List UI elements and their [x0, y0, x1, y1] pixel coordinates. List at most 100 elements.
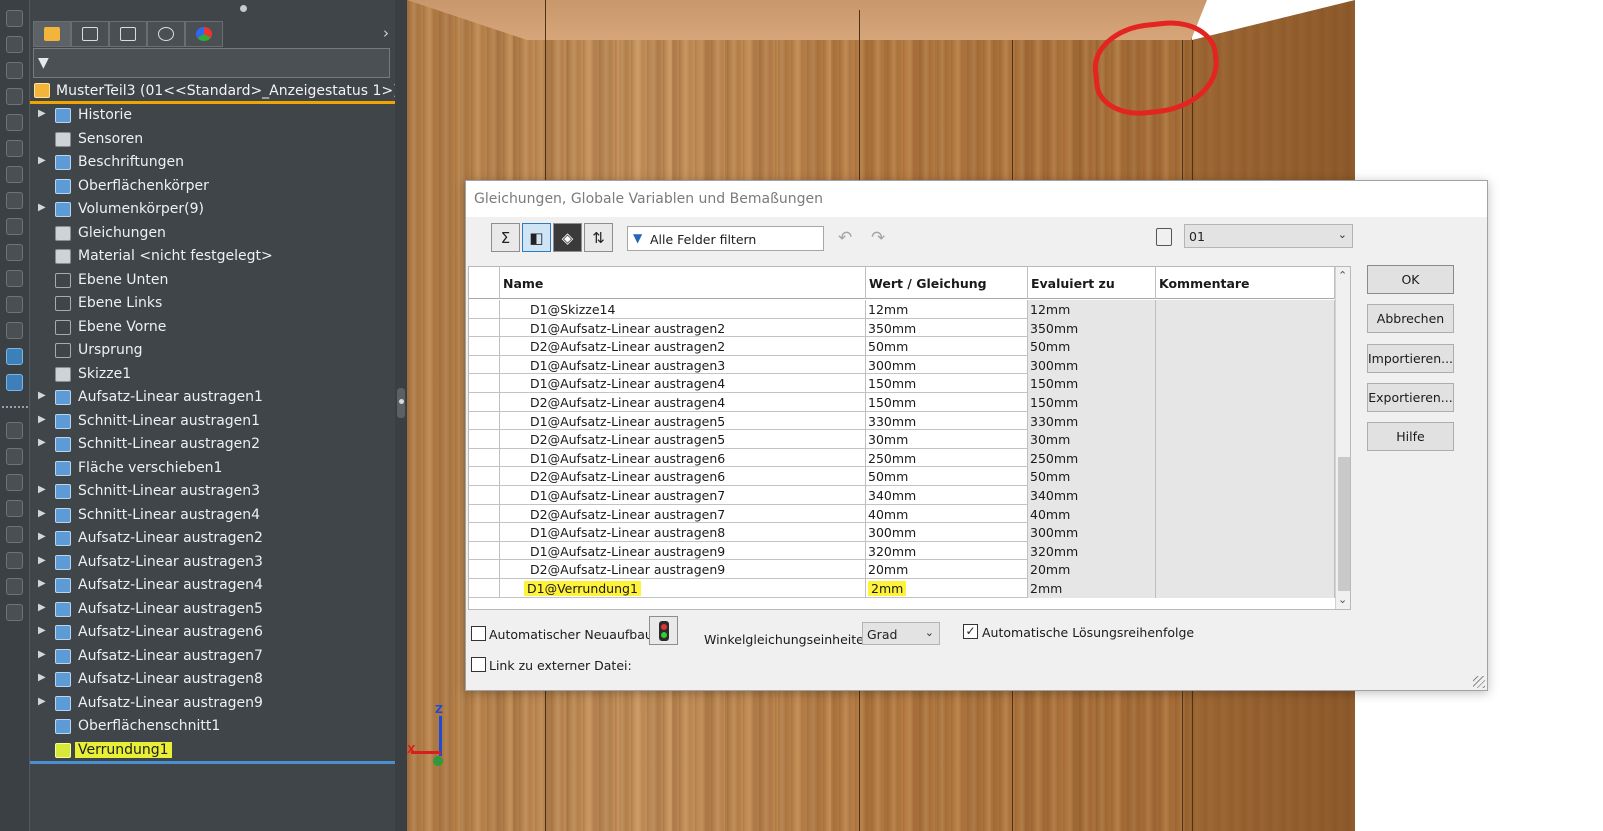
command-strip-icon[interactable] — [6, 166, 23, 183]
cell-comment[interactable] — [1156, 374, 1335, 393]
expand-chevron-icon[interactable]: ▶ — [38, 437, 46, 448]
tree-item[interactable]: ▶ Aufsatz-Linear austragen7 — [30, 645, 395, 669]
table-scrollbar[interactable]: ⌃ ⌄ — [1335, 267, 1350, 609]
cell-evaluated[interactable]: 50mm — [1028, 467, 1156, 486]
resize-grip-icon[interactable] — [1473, 676, 1485, 688]
cell-comment[interactable] — [1156, 504, 1335, 524]
column-header-value[interactable]: Wert / Gleichung — [866, 267, 1028, 299]
cell-comment[interactable] — [1156, 467, 1335, 486]
row-selector-cell[interactable] — [469, 504, 500, 524]
tree-item[interactable]: ▶ Volumenkörper(9) — [30, 198, 395, 222]
cell-name[interactable]: D1@Aufsatz-Linear austragen5 — [500, 411, 866, 431]
cell-name[interactable]: D1@Aufsatz-Linear austragen6 — [500, 448, 866, 468]
table-row[interactable]: D2@Aufsatz-Linear austragen9 20mm 20mm — [469, 560, 1335, 579]
tree-item[interactable]: Ebene Unten — [30, 269, 395, 293]
command-strip-icon[interactable] — [6, 244, 23, 261]
row-selector-cell[interactable] — [469, 541, 500, 561]
tree-item[interactable]: Ebene Vorne — [30, 316, 395, 340]
row-selector-cell[interactable] — [469, 467, 500, 486]
command-strip-icon[interactable] — [6, 218, 23, 235]
command-strip-icon[interactable] — [6, 192, 23, 209]
tree-item[interactable]: ▶ Schnitt-Linear austragen4 — [30, 504, 395, 528]
expand-chevron-icon[interactable]: ▶ — [38, 649, 46, 660]
tree-item[interactable]: ▶ Historie — [30, 104, 395, 128]
expand-chevron-icon[interactable]: ▶ — [38, 108, 46, 119]
cell-evaluated[interactable]: 50mm — [1028, 337, 1156, 356]
cell-name[interactable]: D1@Aufsatz-Linear austragen8 — [500, 523, 866, 542]
command-strip-icon[interactable] — [6, 500, 23, 517]
expand-chevron-icon[interactable]: ▶ — [38, 555, 46, 566]
expand-chevron-icon[interactable]: ▶ — [38, 202, 46, 213]
cell-comment[interactable] — [1156, 448, 1335, 468]
command-strip-icon[interactable] — [6, 374, 23, 391]
cell-evaluated[interactable]: 40mm — [1028, 504, 1156, 524]
tree-item[interactable]: Gleichungen — [30, 222, 395, 246]
row-selector-cell[interactable] — [469, 560, 500, 579]
sketch-equation-view-button[interactable]: ◧ — [522, 223, 551, 252]
command-strip-icon[interactable] — [6, 578, 23, 595]
cell-comment[interactable] — [1156, 579, 1335, 598]
command-strip-icon[interactable] — [6, 36, 23, 53]
expand-chevron-icon[interactable]: ▶ — [38, 484, 46, 495]
cell-value[interactable]: 300mm — [866, 523, 1028, 542]
command-strip-icon[interactable] — [6, 270, 23, 287]
table-row[interactable]: D1@Aufsatz-Linear austragen7 340mm 340mm — [469, 486, 1335, 505]
panel-grip-handle[interactable] — [240, 5, 247, 12]
cell-evaluated[interactable]: 2mm — [1028, 579, 1156, 598]
column-header-name[interactable]: Name — [500, 267, 866, 299]
chevron-down-icon[interactable]: ⌄ — [1338, 593, 1347, 606]
cell-name[interactable]: D1@Aufsatz-Linear austragen4 — [500, 374, 866, 393]
part-root-node[interactable]: MusterTeil3 (01<<Standard>_Anzeigestatus… — [30, 80, 399, 104]
command-strip-icon[interactable] — [6, 114, 23, 131]
cell-name[interactable]: D1@Skizze14 — [500, 300, 866, 319]
tree-item[interactable]: ▶ Aufsatz-Linear austragen8 — [30, 668, 395, 692]
tab-configuration-manager[interactable] — [109, 21, 147, 47]
cell-value[interactable]: 50mm — [866, 467, 1028, 486]
scrollbar-thumb[interactable] — [1338, 457, 1350, 591]
expand-chevron-icon[interactable]: ▶ — [38, 625, 46, 636]
table-row[interactable]: D1@Aufsatz-Linear austragen4 150mm 150mm — [469, 374, 1335, 393]
expand-chevron-icon[interactable]: ▶ — [38, 155, 46, 166]
command-strip-icon[interactable] — [6, 526, 23, 543]
command-strip-icon[interactable] — [6, 448, 23, 465]
configuration-select[interactable]: 01 ⌄ — [1184, 224, 1353, 248]
cell-name[interactable]: D2@Aufsatz-Linear austragen4 — [500, 393, 866, 412]
table-row[interactable]: D1@Aufsatz-Linear austragen5 330mm 330mm — [469, 411, 1335, 431]
row-selector-cell[interactable] — [469, 430, 500, 449]
ordered-view-button[interactable]: ⇅ — [584, 223, 613, 252]
rebuild-button[interactable] — [649, 616, 678, 645]
cell-evaluated[interactable]: 300mm — [1028, 523, 1156, 542]
cell-value[interactable]: 300mm — [866, 355, 1028, 375]
command-strip-icon[interactable] — [6, 10, 23, 27]
angle-units-select[interactable]: Grad ⌄ — [862, 622, 940, 645]
column-header-evaluated[interactable]: Evaluiert zu — [1028, 267, 1156, 299]
expand-chevron-icon[interactable]: ▶ — [38, 578, 46, 589]
tree-item[interactable]: Skizze1 — [30, 363, 395, 387]
cell-value[interactable]: 340mm — [866, 486, 1028, 505]
table-row[interactable]: D1@Aufsatz-Linear austragen6 250mm 250mm — [469, 448, 1335, 468]
row-selector-cell[interactable] — [469, 411, 500, 431]
row-selector-cell[interactable] — [469, 374, 500, 393]
tree-item[interactable]: Fläche verschieben1 — [30, 457, 395, 481]
cancel-button[interactable]: Abbrechen — [1367, 304, 1454, 333]
row-selector-cell[interactable] — [469, 393, 500, 412]
filter-all-fields-input[interactable]: ▼ Alle Felder filtern — [627, 226, 824, 251]
command-strip-icon[interactable] — [6, 88, 23, 105]
cell-comment[interactable] — [1156, 337, 1335, 356]
table-row[interactable]: D1@Aufsatz-Linear austragen8 300mm 300mm — [469, 523, 1335, 542]
cell-evaluated[interactable]: 150mm — [1028, 393, 1156, 412]
tree-item[interactable]: Verrundung1 — [30, 739, 395, 763]
expand-chevron-icon[interactable]: ▶ — [38, 390, 46, 401]
dimension-view-button[interactable]: ◈ — [553, 223, 582, 252]
row-selector-cell[interactable] — [469, 337, 500, 356]
table-row[interactable]: D2@Aufsatz-Linear austragen2 50mm 50mm — [469, 337, 1335, 356]
cell-value[interactable]: 330mm — [866, 411, 1028, 431]
cell-value[interactable]: 30mm — [866, 430, 1028, 449]
tree-item[interactable]: Oberflächenkörper — [30, 175, 395, 199]
cell-evaluated[interactable]: 12mm — [1028, 300, 1156, 319]
cell-name[interactable]: D2@Aufsatz-Linear austragen6 — [500, 467, 866, 486]
table-row[interactable]: D1@Aufsatz-Linear austragen9 320mm 320mm — [469, 541, 1335, 561]
tree-item[interactable]: ▶ Schnitt-Linear austragen1 — [30, 410, 395, 434]
table-row[interactable]: D1@Verrundung1 2mm 2mm — [469, 579, 1335, 598]
splitter-handle[interactable] — [397, 388, 405, 418]
